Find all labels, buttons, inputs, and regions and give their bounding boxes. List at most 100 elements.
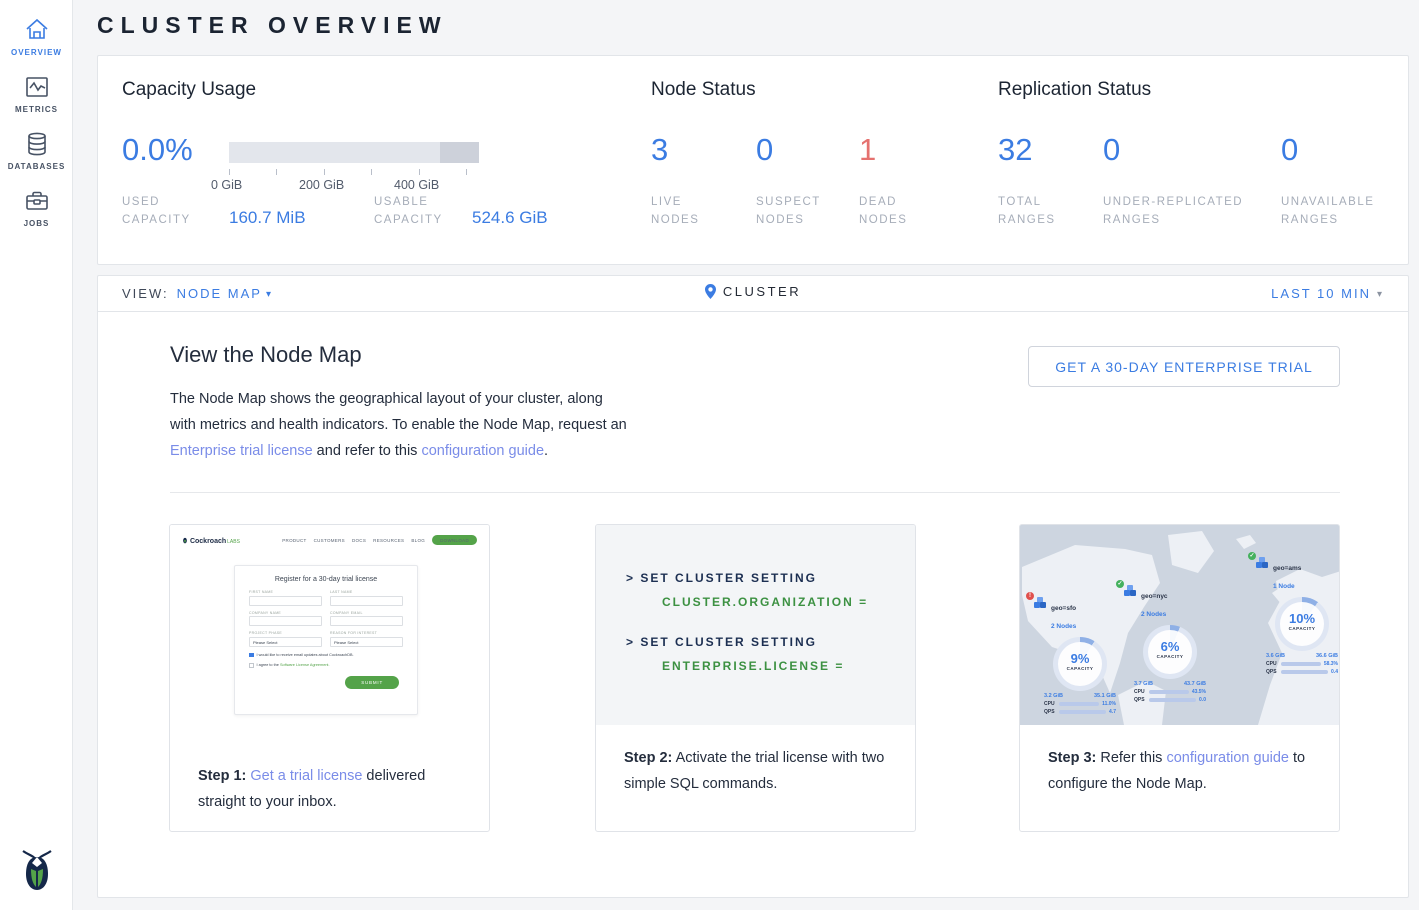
node-cube-icon: ✓ (1124, 585, 1137, 597)
suspect-nodes-value: 0 (756, 132, 773, 168)
sql-commands-preview: > SET CLUSTER SETTING CLUSTER.ORGANIZATI… (596, 525, 915, 725)
sidebar-item-databases[interactable]: DATABASES (0, 114, 73, 171)
checkbox-icon (249, 663, 254, 668)
capacity-label: CAPACITY (1058, 666, 1102, 671)
map-node-nyc: ✓ geo=nyc 2 Nodes 6% (1124, 585, 1216, 703)
node-cube-icon: ✓ (1256, 557, 1269, 569)
breadcrumb-label: CLUSTER (723, 284, 801, 299)
capacity-range: 3.7 GiB43.7 GiB (1134, 681, 1206, 687)
enterprise-trial-license-link[interactable]: Enterprise trial license (170, 443, 313, 459)
step2-card: > SET CLUSTER SETTING CLUSTER.ORGANIZATI… (595, 524, 916, 832)
total-ranges-label: TOTAL RANGES (998, 193, 1078, 229)
qps-row: QPS4.7 (1044, 709, 1116, 715)
suspect-nodes-label: SUSPECT NODES (756, 193, 836, 229)
capacity-axis-label: 400 GiB (394, 178, 439, 192)
used-capacity-label: USED CAPACITY (122, 193, 212, 229)
sidebar-item-overview[interactable]: OVERVIEW (0, 0, 73, 57)
page-title: CLUSTER OVERVIEW (97, 12, 448, 39)
home-icon (0, 17, 73, 43)
capacity-label: CAPACITY (1280, 626, 1324, 631)
dead-nodes-label: DEAD NODES (859, 193, 939, 229)
capacity-percent: 6% (1148, 639, 1192, 654)
unavailable-ranges-value: 0 (1281, 132, 1298, 168)
capacity-range: 3.2 GiB35.1 GiB (1044, 693, 1116, 699)
enterprise-trial-button[interactable]: GET A 30-DAY ENTERPRISE TRIAL (1028, 346, 1340, 387)
node-map-preview: ! geo=sfo 2 Nodes 9% (1020, 525, 1339, 725)
step2-caption: Step 2: Activate the trial license with … (596, 725, 915, 797)
unavailable-ranges-label: UNAVAILABLE RANGES (1281, 193, 1391, 229)
thumbnail-nav-item: RESOURCES (373, 538, 404, 543)
node-header: ✓ geo=ams 1 Node (1256, 557, 1339, 593)
capacity-percent: 9% (1058, 651, 1102, 666)
total-ranges-value: 32 (998, 132, 1032, 168)
capacity-gauge: 6% CAPACITY (1143, 625, 1197, 679)
checkbox-icon (249, 653, 254, 658)
main-content: CLUSTER OVERVIEW Capacity Usage 0.0% 0 G… (73, 0, 1419, 910)
step-number: Step 3: (1048, 750, 1096, 766)
sidebar: OVERVIEW METRICS DATABASES (0, 0, 73, 910)
qps-row: QPS0.0 (1134, 697, 1206, 703)
thumbnail-checkbox-text: I agree to the Software License Agreemen… (257, 663, 330, 667)
thumbnail-nav-item: CUSTOMERS (314, 538, 345, 543)
briefcase-icon (0, 188, 73, 214)
ok-status-icon: ✓ (1248, 552, 1256, 560)
sidebar-item-jobs[interactable]: JOBS (0, 171, 73, 228)
step1-card: CockroachLABS PRODUCT CUSTOMERS DOCS RES… (169, 524, 490, 832)
thumbnail-logo-text: Cockroach (190, 538, 226, 545)
dead-status-icon: ! (1026, 592, 1034, 600)
code-block: > SET CLUSTER SETTING CLUSTER.ORGANIZATI… (626, 571, 915, 609)
map-pin-icon (705, 284, 716, 299)
under-replicated-ranges-value: 0 (1103, 132, 1120, 168)
cpu-row: CPU43.5% (1134, 689, 1206, 695)
capacity-label: CAPACITY (1148, 654, 1192, 659)
node-name: geo=ams (1273, 565, 1301, 572)
used-capacity-value: 160.7 MiB (229, 208, 306, 228)
sidebar-item-metrics[interactable]: METRICS (0, 57, 73, 114)
node-cube-icon: ! (1034, 597, 1047, 609)
capacity-bar-reserved-segment (440, 142, 479, 163)
sidebar-item-label: METRICS (0, 105, 73, 114)
thumbnail-field: COMPANY NAME (249, 611, 322, 627)
capacity-axis-label: 0 GiB (211, 178, 242, 192)
thumbnail-nav-items: PRODUCT CUSTOMERS DOCS RESOURCES BLOG DO… (282, 535, 477, 545)
capacity-axis-tick (419, 169, 420, 175)
chevron-down-icon: ▾ (1377, 289, 1384, 300)
configuration-guide-link[interactable]: configuration guide (421, 443, 544, 459)
breadcrumb[interactable]: CLUSTER (98, 284, 1408, 299)
capacity-gauge: 9% CAPACITY (1053, 637, 1107, 691)
capacity-axis-tick (276, 169, 277, 175)
code-prompt: > SET CLUSTER SETTING (626, 635, 915, 649)
capacity-gauge: 10% CAPACITY (1275, 597, 1329, 651)
qps-row: QPS0.4 (1266, 669, 1338, 675)
description-text: The Node Map shows the geographical layo… (170, 391, 627, 433)
capacity-axis-tick (324, 169, 325, 175)
capacity-bar (229, 142, 479, 163)
node-status-title: Node Status (651, 79, 756, 101)
view-bar: VIEW:NODE MAP▾ CLUSTER LAST 10 MIN▾ (98, 276, 1408, 312)
configuration-guide-link[interactable]: configuration guide (1166, 750, 1289, 766)
description-text: and refer to this (313, 443, 422, 459)
capacity-percent: 10% (1280, 611, 1324, 626)
under-replicated-ranges-label: UNDER-REPLICATED RANGES (1103, 193, 1268, 229)
thumbnail-form-title: Register for a 30-day trial license (249, 576, 403, 583)
thumbnail-field: REASON FOR INTERESTPlease Select (330, 631, 403, 647)
live-nodes-label: LIVE NODES (651, 193, 731, 229)
node-map-heading: View the Node Map (170, 342, 362, 368)
sidebar-item-label: JOBS (0, 219, 73, 228)
usable-capacity-label: USABLE CAPACITY (374, 193, 464, 229)
thumbnail-field: COMPANY EMAIL (330, 611, 403, 627)
description-text: . (544, 443, 548, 459)
capacity-range: 3.6 GiB36.6 GiB (1266, 653, 1338, 659)
time-range-selector[interactable]: LAST 10 MIN▾ (1271, 286, 1384, 301)
cluster-overview-page: OVERVIEW METRICS DATABASES (0, 0, 1419, 910)
thumbnail-logo-suffix: LABS (227, 539, 240, 545)
node-map-panel: VIEW:NODE MAP▾ CLUSTER LAST 10 MIN▾ View… (97, 275, 1409, 898)
sidebar-item-label: DATABASES (0, 162, 73, 171)
capacity-axis-label: 200 GiB (299, 178, 344, 192)
thumbnail-register-form: Register for a 30-day trial license FIRS… (234, 565, 418, 715)
step3-caption: Step 3: Refer this configuration guide t… (1020, 725, 1339, 797)
get-trial-license-link[interactable]: Get a trial license (250, 768, 362, 784)
code-value: ENTERPRISE.LICENSE = (662, 659, 915, 673)
code-prompt: > SET CLUSTER SETTING (626, 571, 915, 585)
node-count: 2 Nodes (1051, 623, 1076, 630)
